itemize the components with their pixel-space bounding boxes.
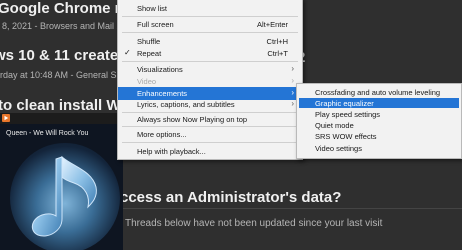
menu-item-label: Show list bbox=[137, 4, 168, 13]
submenu-arrow-icon: › bbox=[291, 88, 294, 97]
menu-item-label: More options... bbox=[137, 130, 187, 139]
enhancements-submenu: Crossfading and auto volume leveling Gra… bbox=[296, 83, 462, 159]
submenu-arrow-icon: › bbox=[291, 99, 294, 108]
submenu-item-video-settings[interactable]: Video settings bbox=[299, 143, 459, 153]
submenu-item-quiet-mode[interactable]: Quiet mode bbox=[299, 120, 459, 130]
menu-separator bbox=[122, 142, 298, 143]
submenu-item-label: Video settings bbox=[315, 144, 362, 153]
submenu-arrow-icon: › bbox=[291, 76, 294, 85]
media-player-logo-icon bbox=[2, 114, 10, 122]
menu-item-shortcut: Ctrl+T bbox=[267, 49, 288, 58]
submenu-item-label: Quiet mode bbox=[315, 121, 354, 130]
submenu-item-srs-wow[interactable]: SRS WOW effects bbox=[299, 131, 459, 141]
menu-item-always-on-top[interactable]: Always show Now Playing on top bbox=[118, 113, 302, 126]
menu-item-lyrics-captions-subtitles[interactable]: Lyrics, captions, and subtitles › bbox=[118, 98, 302, 111]
submenu-item-label: Graphic equalizer bbox=[315, 99, 374, 108]
menu-item-full-screen[interactable]: Full screen Alt+Enter bbox=[118, 18, 302, 31]
menu-item-label: Lyrics, captions, and subtitles bbox=[137, 100, 235, 109]
menu-separator bbox=[122, 32, 298, 33]
music-note-icon bbox=[31, 155, 97, 237]
menu-item-label: Help with playback... bbox=[137, 147, 206, 156]
menu-separator bbox=[122, 126, 298, 127]
menu-item-shortcut: Alt+Enter bbox=[256, 20, 288, 29]
menu-item-label: Repeat bbox=[137, 49, 162, 58]
submenu-item-label: Play speed settings bbox=[315, 110, 381, 119]
thread-meta: 8, 2021 - Browsers and Mail 2 bbox=[2, 21, 122, 31]
menu-item-more-options[interactable]: More options... bbox=[118, 128, 302, 141]
menu-item-repeat[interactable]: ✓ Repeat Ctrl+T bbox=[118, 47, 302, 60]
checkmark-icon: ✓ bbox=[124, 48, 131, 57]
thread-meta: rday at 10:48 AM - General Supp bbox=[0, 70, 132, 80]
divider bbox=[120, 208, 462, 209]
thread-title[interactable]: ccess an Administrator's data? bbox=[120, 189, 341, 206]
context-menu: Show list Full screen Alt+Enter Shuffle … bbox=[117, 0, 303, 160]
submenu-item-label: Crossfading and auto volume leveling bbox=[315, 88, 441, 97]
menu-item-label: Enhancements bbox=[137, 89, 188, 98]
media-player-window[interactable]: Queen - We Will Rock You bbox=[0, 113, 123, 250]
menu-item-label: Always show Now Playing on top bbox=[137, 115, 248, 124]
menu-item-label: Full screen bbox=[137, 20, 174, 29]
menu-item-label: Visualizations bbox=[137, 65, 183, 74]
submenu-arrow-icon: › bbox=[291, 64, 294, 73]
now-playing-title: Queen - We Will Rock You bbox=[6, 130, 89, 137]
menu-item-shortcut: Ctrl+H bbox=[266, 37, 288, 46]
menu-separator bbox=[122, 61, 298, 62]
submenu-item-crossfading[interactable]: Crossfading and auto volume leveling bbox=[299, 87, 459, 97]
submenu-item-play-speed[interactable]: Play speed settings bbox=[299, 109, 459, 119]
submenu-item-label: SRS WOW effects bbox=[315, 132, 377, 141]
submenu-item-graphic-equalizer[interactable]: Graphic equalizer bbox=[299, 98, 459, 108]
menu-item-label: Video bbox=[137, 77, 157, 86]
menu-item-label: Shuffle bbox=[137, 37, 161, 46]
menu-item-help-with-playback[interactable]: Help with playback... bbox=[118, 145, 302, 158]
menu-separator bbox=[122, 16, 298, 17]
menu-item-show-list[interactable]: Show list bbox=[118, 2, 302, 15]
player-titlebar[interactable] bbox=[0, 113, 123, 124]
unread-threads-notice: Threads below have not been updated sinc… bbox=[125, 218, 383, 229]
